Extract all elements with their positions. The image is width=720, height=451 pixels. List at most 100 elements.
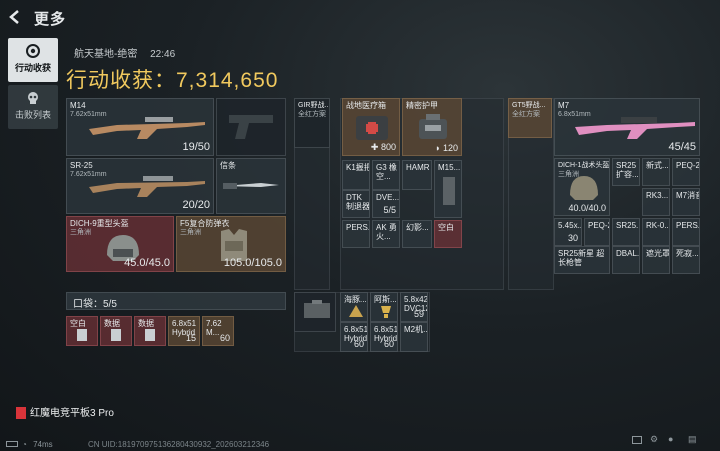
rig-item[interactable]: 战地医疗箱 ✚ 800 (342, 98, 400, 156)
m7-item[interactable]: 5.45x... 30 (554, 218, 582, 246)
rig-item[interactable]: G3 橡空... (372, 160, 400, 190)
rig-item[interactable]: 空白 (434, 220, 462, 248)
top-bar: 更多 (0, 0, 720, 36)
armor-slot[interactable]: F5复合防弹衣 三角洲 105.0/105.0 (176, 216, 286, 272)
screen-icon[interactable] (632, 436, 642, 444)
grip-icon (443, 177, 455, 205)
pouch-slot[interactable]: 数据 (100, 316, 132, 346)
trophy-icon (380, 305, 392, 319)
item-count: ✚ 800 (370, 142, 396, 152)
tab-kills[interactable]: 击败列表 (8, 85, 58, 129)
pouch-header: 口袋：5/5 (66, 292, 286, 310)
m7-item[interactable]: SR25... (612, 218, 640, 246)
rig-item[interactable]: M15... (434, 160, 462, 218)
weapon-slot-m7[interactable]: M7 6.8x51mm 45/45 (554, 98, 700, 156)
item-name: 数据 (138, 319, 154, 328)
helmet-slot-2[interactable]: DICH-1战术头盔 三角洲 40.0/40.0 (554, 158, 610, 216)
rig-item[interactable]: 幻影... (402, 220, 432, 248)
m7-item[interactable]: PEQ-2 (672, 158, 700, 186)
item-name: 5.45x... (558, 221, 582, 230)
bag-item[interactable]: 5.8x42 DVC12 59 (400, 292, 428, 322)
tab-label: 击败列表 (14, 110, 51, 120)
device-brand: 红魔电竞平板3 Pro (16, 404, 114, 420)
pouch-slot[interactable]: 空白 (66, 316, 98, 346)
pouch-slot[interactable]: 6.8x51 Hybrid 15 (168, 316, 200, 346)
item-name: SR25新星 超长枪管 (558, 249, 605, 267)
melee-slot[interactable]: 信条 (216, 158, 286, 214)
mic-icon[interactable]: ● (668, 434, 673, 444)
item-name: SR25... (616, 221, 639, 230)
item-count: 30 (567, 233, 578, 243)
medkit-icon (355, 113, 389, 141)
durability: 40.0/40.0 (568, 203, 606, 213)
item-name: AK 勇火... (376, 223, 397, 241)
bag-slot[interactable] (294, 292, 336, 332)
item-name: SR25 扩容... (616, 161, 639, 179)
item-name: 阿斯... (374, 295, 397, 304)
item-name: PEQ-2 (588, 221, 610, 230)
weapon-slot-secondary[interactable]: SR-25 7.62x51mm 20/20 (66, 158, 214, 214)
bag-item[interactable]: 阿斯... (370, 292, 398, 322)
rig-item[interactable]: PERS... (342, 220, 370, 248)
item-count: 59 (413, 309, 424, 319)
ammo-count: 19/50 (182, 141, 210, 153)
rig-item[interactable]: DVE... 5/5 (372, 190, 400, 218)
item-name: 新式... (646, 161, 669, 170)
bag-item[interactable]: 6.8x51 Hybrid 60 (340, 322, 368, 352)
m7-item[interactable]: M7消音 (672, 188, 700, 216)
pouch-slot[interactable]: 7.62 M... 60 (202, 316, 234, 346)
m7-item[interactable]: SR25新星 超长枪管 (554, 246, 610, 274)
m7-item[interactable]: DBAL... (612, 246, 640, 274)
durability: 45.0/45.0 (124, 257, 170, 269)
rig2-slot[interactable]: GT5野战... 全红方案 (508, 98, 552, 138)
chat-icon[interactable]: ▤ (688, 434, 697, 444)
item-name: PEQ-2 (676, 161, 700, 170)
helmet-icon (567, 173, 601, 203)
rig-item[interactable]: AK 勇火... (372, 220, 400, 248)
item-icon (145, 329, 155, 341)
rifle-icon (87, 171, 207, 199)
bag-item[interactable]: M2机... (400, 322, 428, 352)
gear-sub: 三角洲 (70, 229, 91, 236)
item-name: RK3... (646, 191, 669, 200)
settings-icon[interactable]: ⚙ (650, 434, 658, 444)
weapon-slot-primary[interactable]: M14 7.62x51mm 19/50 (66, 98, 214, 156)
rig-item[interactable]: K1握把 (342, 160, 370, 190)
durability: 105.0/105.0 (223, 257, 282, 269)
item-count: ◗ 120 (435, 143, 458, 153)
rig-name: GIR野战... (298, 102, 330, 109)
item-name: M7消音 (676, 191, 699, 200)
rig-item[interactable]: DTK 制退器 (342, 190, 370, 218)
item-name: 战地医疗箱 (346, 101, 386, 110)
m7-item[interactable]: RK3... (642, 188, 670, 216)
rig-item[interactable]: 精密护甲 ◗ 120 (402, 98, 462, 156)
m7-item[interactable]: PEQ-2 (584, 218, 610, 246)
case-icon (303, 299, 331, 319)
loot-icon (25, 43, 41, 59)
bag-item[interactable]: 6.8x51 Hybrid 60 (370, 322, 398, 352)
pouch-slot[interactable]: 数据 (134, 316, 166, 346)
weapon-name: M14 (70, 101, 86, 110)
haul-total: 行动收获：7,314,650 (66, 64, 278, 94)
m7-item[interactable]: 新式... (642, 158, 670, 186)
pink-rifle-icon (573, 113, 697, 141)
item-name: 死寂... (676, 249, 699, 258)
tab-loot[interactable]: 行动收获 (8, 38, 58, 82)
m7-item[interactable]: RK-0... (642, 218, 670, 246)
rig-sub: 全红方案 (512, 111, 540, 118)
helmet-slot[interactable]: DICH-9重型头盔 三角洲 45.0/45.0 (66, 216, 174, 272)
m7-item[interactable]: SR25 扩容... (612, 158, 640, 186)
pyramid-icon (349, 305, 363, 317)
m7-item[interactable]: 遮光罩 (642, 246, 670, 274)
m7-item[interactable]: 死寂... (672, 246, 700, 274)
rig-item[interactable]: HAMR (402, 160, 432, 190)
item-name: 精密护甲 (406, 101, 438, 110)
back-icon[interactable] (8, 10, 22, 24)
item-count: 60 (353, 339, 364, 349)
weapon-slot-pistol[interactable] (216, 98, 286, 156)
item-name: 海豚... (344, 295, 367, 304)
rig-slot[interactable]: GIR野战... 全红方案 (294, 98, 330, 148)
m7-item[interactable]: PERS... (672, 218, 700, 246)
weapon-name: SR-25 (70, 161, 93, 170)
bag-item[interactable]: 海豚... (340, 292, 368, 322)
